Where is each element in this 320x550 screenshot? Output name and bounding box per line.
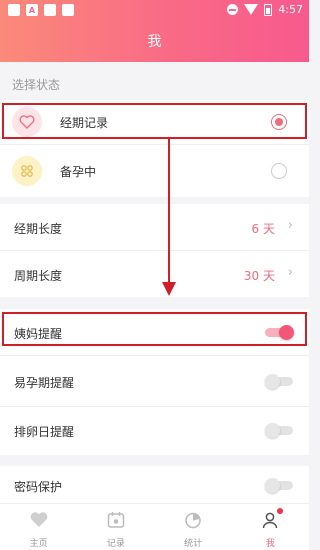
- tab-label: 统计: [184, 539, 203, 549]
- cycle-length-value: 30 天: [243, 269, 275, 283]
- password-protection-toggle[interactable]: [265, 478, 295, 493]
- status-notifications: A: [8, 4, 74, 16]
- status-bar: A 4:57: [0, 0, 309, 22]
- period-length-label: 经期长度: [14, 222, 63, 236]
- tab-label: 主页: [29, 539, 48, 549]
- tab-me[interactable]: 我: [232, 504, 309, 550]
- page-title: 我: [147, 34, 162, 50]
- fertile-reminder-toggle[interactable]: [265, 374, 295, 389]
- password-protection-label: 密码保护: [14, 480, 63, 494]
- notification-icon: [44, 4, 56, 16]
- baby-footprint-icon: [12, 156, 42, 186]
- app-a-icon: A: [26, 4, 38, 16]
- pie-chart-icon: [185, 512, 201, 529]
- ovulation-reminder-label: 排卵日提醒: [14, 425, 75, 439]
- ovulation-reminder-toggle[interactable]: [265, 423, 295, 438]
- annotation-arrow-head: [162, 282, 176, 296]
- status-option-trying-to-conceive[interactable]: 备孕中: [0, 145, 309, 197]
- clock: 4:57: [278, 3, 303, 16]
- do-not-disturb-icon: [227, 4, 239, 15]
- fertile-reminder-row[interactable]: 易孕期提醒: [0, 356, 309, 406]
- tab-records[interactable]: 记录: [77, 504, 154, 550]
- chevron-right-icon: ›: [287, 265, 293, 280]
- tab-label: 记录: [106, 539, 125, 549]
- wifi-icon: [244, 4, 259, 15]
- password-protection-row[interactable]: 密码保护: [0, 466, 309, 503]
- notification-icon: [8, 4, 20, 16]
- ovulation-reminder-row[interactable]: 排卵日提醒: [0, 407, 309, 455]
- chevron-right-icon: ›: [287, 218, 293, 233]
- cycle-length-label: 周期长度: [14, 269, 63, 283]
- annotation-arrow: [168, 138, 170, 286]
- annotation-highlight-box: [2, 312, 307, 346]
- tab-home[interactable]: 主页: [0, 504, 77, 550]
- cycle-length-row[interactable]: 周期长度 30 天 ›: [0, 251, 309, 297]
- app-header: A 4:57 我: [0, 0, 309, 62]
- period-length-value: 6 天: [251, 222, 275, 236]
- status-option-label: 备孕中: [60, 165, 97, 179]
- status-section-label: 选择状态: [12, 78, 61, 92]
- person-icon: [263, 512, 278, 529]
- radio-unselected[interactable]: [271, 163, 287, 179]
- period-length-row[interactable]: 经期长度 6 天 ›: [0, 204, 309, 250]
- tab-statistics[interactable]: 统计: [155, 504, 232, 550]
- heart-icon: [30, 512, 47, 527]
- status-system: 4:57: [227, 3, 303, 16]
- calendar-icon: [107, 512, 125, 528]
- notification-icon: [62, 4, 74, 16]
- annotation-highlight-box: [2, 103, 307, 139]
- bottom-tab-bar: 主页 记录 统计 我: [0, 503, 309, 550]
- tab-label: 我: [265, 539, 275, 549]
- fertile-reminder-label: 易孕期提醒: [14, 376, 75, 390]
- notification-dot: [277, 508, 283, 514]
- battery-icon: [264, 3, 273, 16]
